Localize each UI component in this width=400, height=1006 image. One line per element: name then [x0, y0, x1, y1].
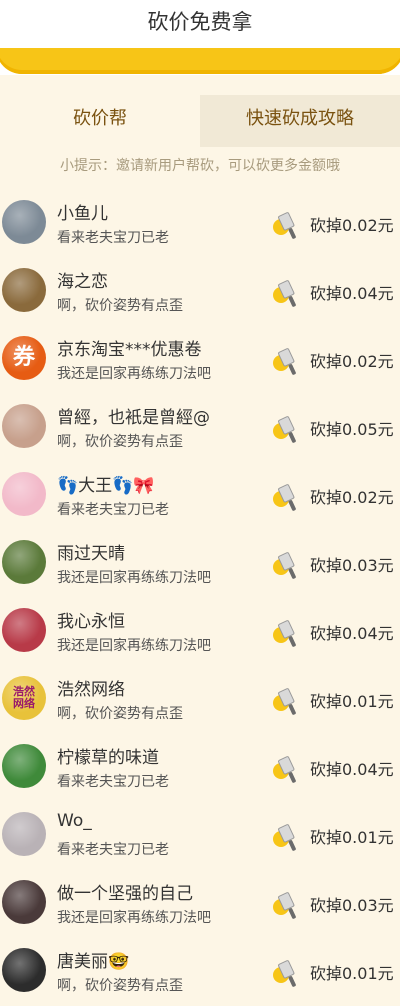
helper-name: 唐美丽🤓	[57, 952, 130, 972]
list-item: 柠檬草的味道看来老夫宝刀已老 砍掉0.04元	[0, 734, 400, 802]
yellow-banner	[0, 48, 400, 74]
cleaver-icon	[273, 280, 296, 307]
avatar-text: 浩然 网络	[13, 685, 35, 710]
avatar	[2, 608, 46, 652]
list-item: 浩然 网络 浩然网络啊，砍价姿势有点歪 砍掉0.01元	[0, 666, 400, 734]
cleaver-icon	[273, 824, 296, 851]
list-item: 券 京东淘宝***优惠卷我还是回家再练练刀法吧 砍掉0.02元	[0, 326, 400, 394]
bargain-amount: 砍掉0.04元	[310, 760, 394, 779]
avatar	[2, 540, 46, 584]
bargain-amount: 砍掉0.01元	[310, 828, 394, 847]
helper-name: 浩然网络	[57, 680, 125, 700]
helper-comment: 我还是回家再练练刀法吧	[57, 910, 211, 926]
avatar	[2, 812, 46, 856]
avatar	[2, 744, 46, 788]
list-item: 做一个坚强的自己我还是回家再练练刀法吧 砍掉0.03元	[0, 870, 400, 938]
helper-comment: 我还是回家再练练刀法吧	[57, 570, 211, 586]
list-item: 我心永恒我还是回家再练练刀法吧 砍掉0.04元	[0, 598, 400, 666]
cleaver-icon	[273, 348, 296, 375]
avatar	[2, 948, 46, 992]
cleaver-icon	[273, 416, 296, 443]
bargain-amount: 砍掉0.02元	[310, 216, 394, 235]
helper-name: 👣大王👣🎀	[57, 476, 155, 496]
cleaver-icon	[273, 688, 296, 715]
avatar	[2, 200, 46, 244]
top-header: 砍价免费拿	[0, 0, 400, 75]
helper-comment: 啊，砍价姿势有点歪	[57, 434, 183, 450]
bargain-amount: 砍掉0.01元	[310, 692, 394, 711]
cleaver-icon	[273, 756, 296, 783]
cleaver-icon	[273, 620, 296, 647]
helper-name: Wo_	[57, 811, 92, 831]
helper-comment: 看来老夫宝刀已老	[57, 774, 169, 790]
helper-name: 我心永恒	[57, 612, 125, 632]
helper-name: 小鱼儿	[57, 204, 108, 224]
list-item: 唐美丽🤓 啊，砍价姿势有点歪 砍掉0.01元	[0, 938, 400, 1006]
bargain-amount: 砍掉0.03元	[310, 896, 394, 915]
list-item: 小鱼儿看来老夫宝刀已老 砍掉0.02元	[0, 190, 400, 258]
bargain-amount: 砍掉0.01元	[310, 964, 394, 983]
helper-name: 曾經，也衹是曾經@	[57, 408, 210, 428]
helper-name: 做一个坚强的自己	[57, 884, 193, 904]
tab-bar: 砍价帮 快速砍成攻略	[0, 95, 400, 147]
helper-comment: 啊，砍价姿势有点歪	[57, 978, 183, 994]
page-title: 砍价免费拿	[147, 10, 253, 34]
tab-quick-bargain-guide[interactable]: 快速砍成攻略	[200, 95, 400, 147]
bargain-amount: 砍掉0.04元	[310, 284, 394, 303]
list-item: 👣大王👣🎀 看来老夫宝刀已老 砍掉0.02元	[0, 462, 400, 530]
tab-bargain-helpers[interactable]: 砍价帮	[0, 95, 200, 147]
list-item: 曾經，也衹是曾經@ 啊，砍价姿势有点歪 砍掉0.05元	[0, 394, 400, 462]
helper-comment: 看来老夫宝刀已老	[57, 230, 169, 246]
cleaver-icon	[273, 212, 296, 239]
helper-comment: 我还是回家再练练刀法吧	[57, 638, 211, 654]
avatar	[2, 472, 46, 516]
avatar	[2, 880, 46, 924]
helper-comment: 看来老夫宝刀已老	[57, 502, 169, 518]
cleaver-icon	[273, 960, 296, 987]
avatar: 券	[2, 336, 46, 380]
helper-name: 京东淘宝***优惠卷	[57, 340, 202, 360]
list-item: 海之恋啊，砍价姿势有点歪 砍掉0.04元	[0, 258, 400, 326]
avatar-text: 券	[12, 345, 35, 371]
helper-name: 海之恋	[57, 272, 108, 292]
avatar	[2, 268, 46, 312]
cleaver-icon	[273, 484, 296, 511]
cleaver-icon	[273, 892, 296, 919]
list-item: 雨过天晴我还是回家再练练刀法吧 砍掉0.03元	[0, 530, 400, 598]
bargain-amount: 砍掉0.02元	[310, 352, 394, 371]
hint-text: 小提示：邀请新用户帮砍，可以砍更多金额哦	[60, 158, 340, 174]
avatar	[2, 404, 46, 448]
bargain-amount: 砍掉0.02元	[310, 488, 394, 507]
bargain-amount: 砍掉0.04元	[310, 624, 394, 643]
bargain-amount: 砍掉0.05元	[310, 420, 394, 439]
helper-comment: 啊，砍价姿势有点歪	[57, 298, 183, 314]
helper-comment: 看来老夫宝刀已老	[57, 842, 169, 858]
helper-comment: 我还是回家再练练刀法吧	[57, 366, 211, 382]
bargain-amount: 砍掉0.03元	[310, 556, 394, 575]
helper-name: 雨过天晴	[57, 544, 125, 564]
avatar: 浩然 网络	[2, 676, 46, 720]
cleaver-icon	[273, 552, 296, 579]
helper-comment: 啊，砍价姿势有点歪	[57, 706, 183, 722]
list-item: Wo_ 看来老夫宝刀已老 砍掉0.01元	[0, 802, 400, 870]
helper-name: 柠檬草的味道	[57, 748, 159, 768]
